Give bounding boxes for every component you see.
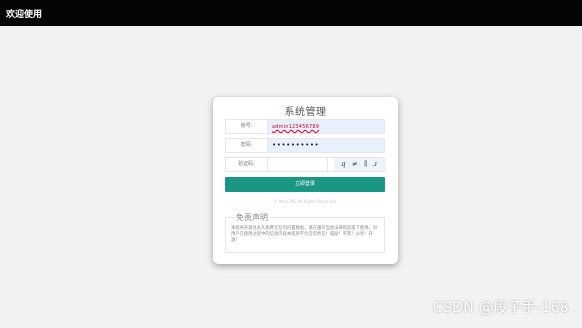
username-value: admin123456789 — [272, 124, 320, 130]
welcome-title: 欢迎使用 — [6, 10, 43, 20]
captcha-input[interactable] — [268, 158, 328, 171]
captcha-row: 验证码: q ≠ ∥ ɹ — [225, 157, 386, 172]
login-button[interactable]: 立即登录 — [225, 177, 385, 192]
username-label: 账号: — [226, 120, 268, 133]
username-input[interactable]: admin123456789 — [268, 120, 384, 133]
login-panel: 系统管理 账号: admin123456789 密码: •••••••••• 验… — [213, 97, 398, 264]
password-input[interactable]: •••••••••• — [268, 139, 384, 152]
captcha-image[interactable]: q ≠ ∥ ɹ — [334, 158, 386, 171]
captcha-label: 验证码: — [226, 158, 268, 171]
csdn-watermark: CSDN @段子手-168 — [432, 300, 569, 316]
disclaimer-text: 本程序开源且永久免费无任何内置数据，请在遵守当地法律的前提下使用。对用户在使用过… — [231, 226, 378, 243]
password-label: 密码: — [226, 139, 268, 152]
copyright-text: © MacCMS All Rights Reserved. — [273, 199, 338, 204]
password-row: 密码: •••••••••• — [225, 138, 385, 153]
username-row: 账号: admin123456789 — [225, 119, 385, 134]
top-bar: 欢迎使用 — [0, 0, 582, 26]
login-title: 系统管理 — [284, 107, 327, 118]
password-value: •••••••••• — [272, 141, 320, 149]
disclaimer-title: 免责声明 — [234, 212, 270, 223]
disclaimer-box: 免责声明 本程序开源且永久免费无任何内置数据，请在遵守当地法律的前提下使用。对用… — [225, 212, 385, 253]
